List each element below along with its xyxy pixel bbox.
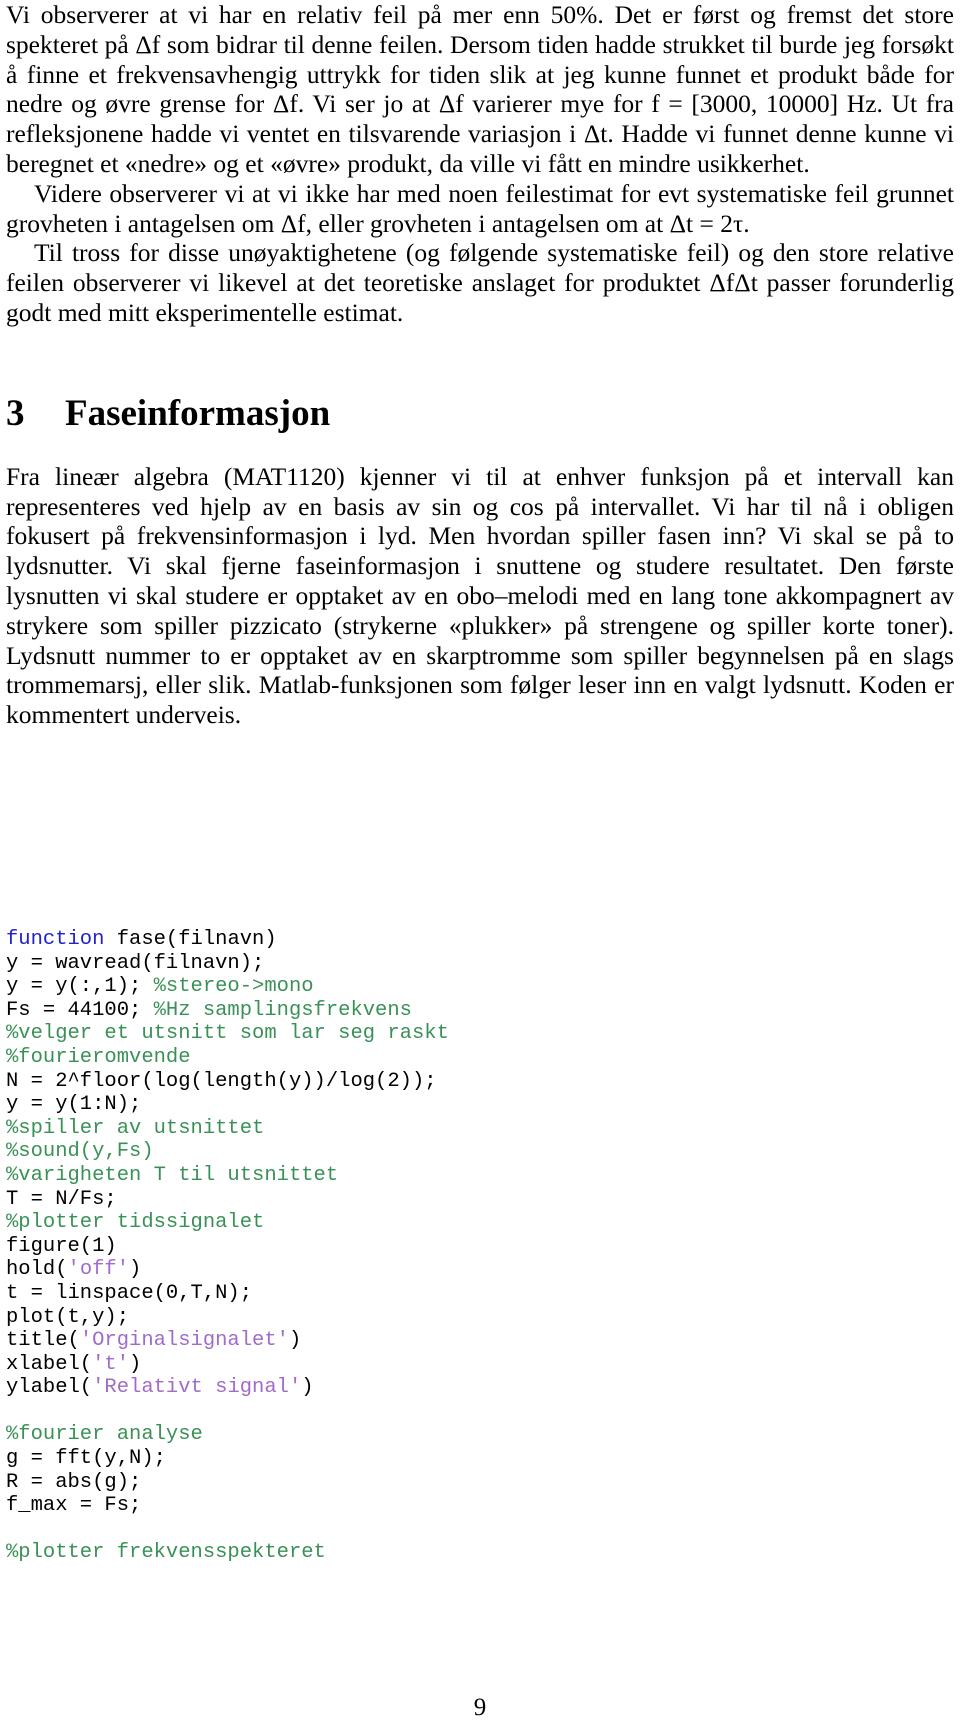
code-token: %plotter tidssignalet [6, 1211, 265, 1235]
paragraph-4: Fra lineær algebra (MAT1120) kjenner vi … [6, 462, 954, 730]
code-token: function [6, 928, 105, 951]
code-token: 'off' [67, 1258, 130, 1282]
code-line: %varigheten T til utsnittet [6, 1164, 906, 1188]
code-token: y = wavread(filnavn); [6, 951, 265, 975]
code-token: y = y(:,1); [6, 975, 154, 999]
code-line: N = 2^floor(log(length(y))/log(2)); [6, 1070, 906, 1094]
code-line: t = linspace(0,T,N); [6, 1282, 906, 1306]
section-number: 3 [6, 392, 25, 434]
code-line: %spiller av utsnittet [6, 1117, 906, 1141]
section-heading: 3 Faseinformasjon [6, 392, 954, 436]
code-line: R = abs(g); [6, 1471, 906, 1495]
code-token: %spiller av utsnittet [6, 1116, 265, 1140]
code-token: title( [6, 1329, 80, 1353]
code-token: ) [301, 1376, 314, 1400]
code-token: xlabel( [6, 1352, 93, 1376]
code-token: ) [288, 1329, 302, 1353]
code-token: f_max = Fs; [6, 1494, 142, 1518]
code-token: %fourier analyse [6, 1423, 203, 1447]
page-number: 9 [473, 1694, 487, 1721]
code-line: T = N/Fs; [6, 1188, 906, 1212]
code-line: function fase(filnavn) [6, 928, 906, 952]
code-token: ) [129, 1258, 142, 1282]
code-token: 't' [92, 1352, 130, 1376]
code-token: N = 2^floor(log(length(y))/log(2)); [6, 1069, 437, 1093]
code-line: %fourier analyse [6, 1423, 906, 1447]
paragraph-3: Til tross for disse unøyaktighetene (og … [6, 238, 954, 327]
code-token: %plotter frekvensspekteret [6, 1541, 326, 1565]
code-line: y = y(1:N); [6, 1093, 906, 1117]
code-token: y = y(1:N); [6, 1093, 142, 1117]
code-line: y = wavread(filnavn); [6, 952, 906, 976]
code-token: %stereo->mono [153, 975, 314, 999]
code-listing: function fase(filnavn) y = wavread(filnav… [6, 928, 906, 1565]
code-token: ) [129, 1352, 142, 1376]
code-token: fase(filnavn) [104, 928, 277, 951]
heading-gap [6, 436, 954, 462]
code-line: g = fft(y,N); [6, 1447, 906, 1471]
code-token: R = abs(g); [6, 1470, 142, 1494]
code-token: T = N/Fs; [6, 1187, 117, 1211]
code-line: Fs = 44100; %Hz samplingsfrekvens [6, 999, 906, 1023]
paragraph-1-text: Vi observerer at vi har en relativ feil … [6, 0, 954, 178]
code-token: g = fft(y,N); [6, 1447, 166, 1471]
code-token: %fourieromvende [6, 1045, 191, 1069]
code-token: Fs = 44100; [6, 998, 154, 1022]
paragraph-4-text: Fra lineær algebra (MAT1120) kjenner vi … [6, 461, 954, 730]
paragraph-2: Videre observerer vi at vi ikke har med … [6, 179, 954, 239]
code-line: %sound(y,Fs) [6, 1140, 906, 1164]
code-token: %varigheten T til utsnittet [6, 1163, 339, 1187]
code-line: f_max = Fs; [6, 1494, 906, 1518]
paragraph-3-text: Til tross for disse unøyaktighetene (og … [6, 238, 954, 327]
code-token: %sound(y,Fs) [6, 1140, 154, 1164]
code-line: title('Orginalsignalet') [6, 1329, 906, 1353]
code-line: %velger et utsnitt som lar seg raskt [6, 1022, 906, 1046]
code-token: ylabel( [6, 1376, 93, 1400]
code-token: hold( [6, 1258, 68, 1282]
code-token: %Hz samplingsfrekvens [153, 998, 412, 1022]
code-token: 'Orginalsignalet' [79, 1329, 289, 1353]
body-text-block: Vi observerer at vi har en relativ feil … [6, 0, 954, 730]
code-line: y = y(:,1); %stereo->mono [6, 975, 906, 999]
code-line: ylabel('Relativt signal') [6, 1376, 906, 1400]
code-line: xlabel('t') [6, 1353, 906, 1377]
paragraph-2-text: Videre observerer vi at vi ikke har med … [6, 178, 954, 238]
code-line: hold('off') [6, 1258, 906, 1282]
code-token: t = linspace(0,T,N); [6, 1281, 253, 1305]
code-line: %fourieromvende [6, 1046, 906, 1070]
code-line: figure(1) [6, 1235, 906, 1259]
code-token: %velger et utsnitt som lar seg raskt [6, 1022, 449, 1046]
document-page: Vi observerer at vi har en relativ feil … [0, 0, 960, 1728]
code-line: %plotter frekvensspekteret [6, 1541, 906, 1565]
code-line: %plotter tidssignalet [6, 1211, 906, 1235]
section-title: Faseinformasjon [65, 392, 331, 434]
code-token: figure(1) [6, 1234, 117, 1258]
paragraph-1: Vi observerer at vi har en relativ feil … [6, 0, 954, 179]
code-line: plot(t,y); [6, 1306, 906, 1330]
code-token: plot(t,y); [6, 1305, 130, 1329]
code-token: 'Relativt signal' [92, 1376, 302, 1400]
